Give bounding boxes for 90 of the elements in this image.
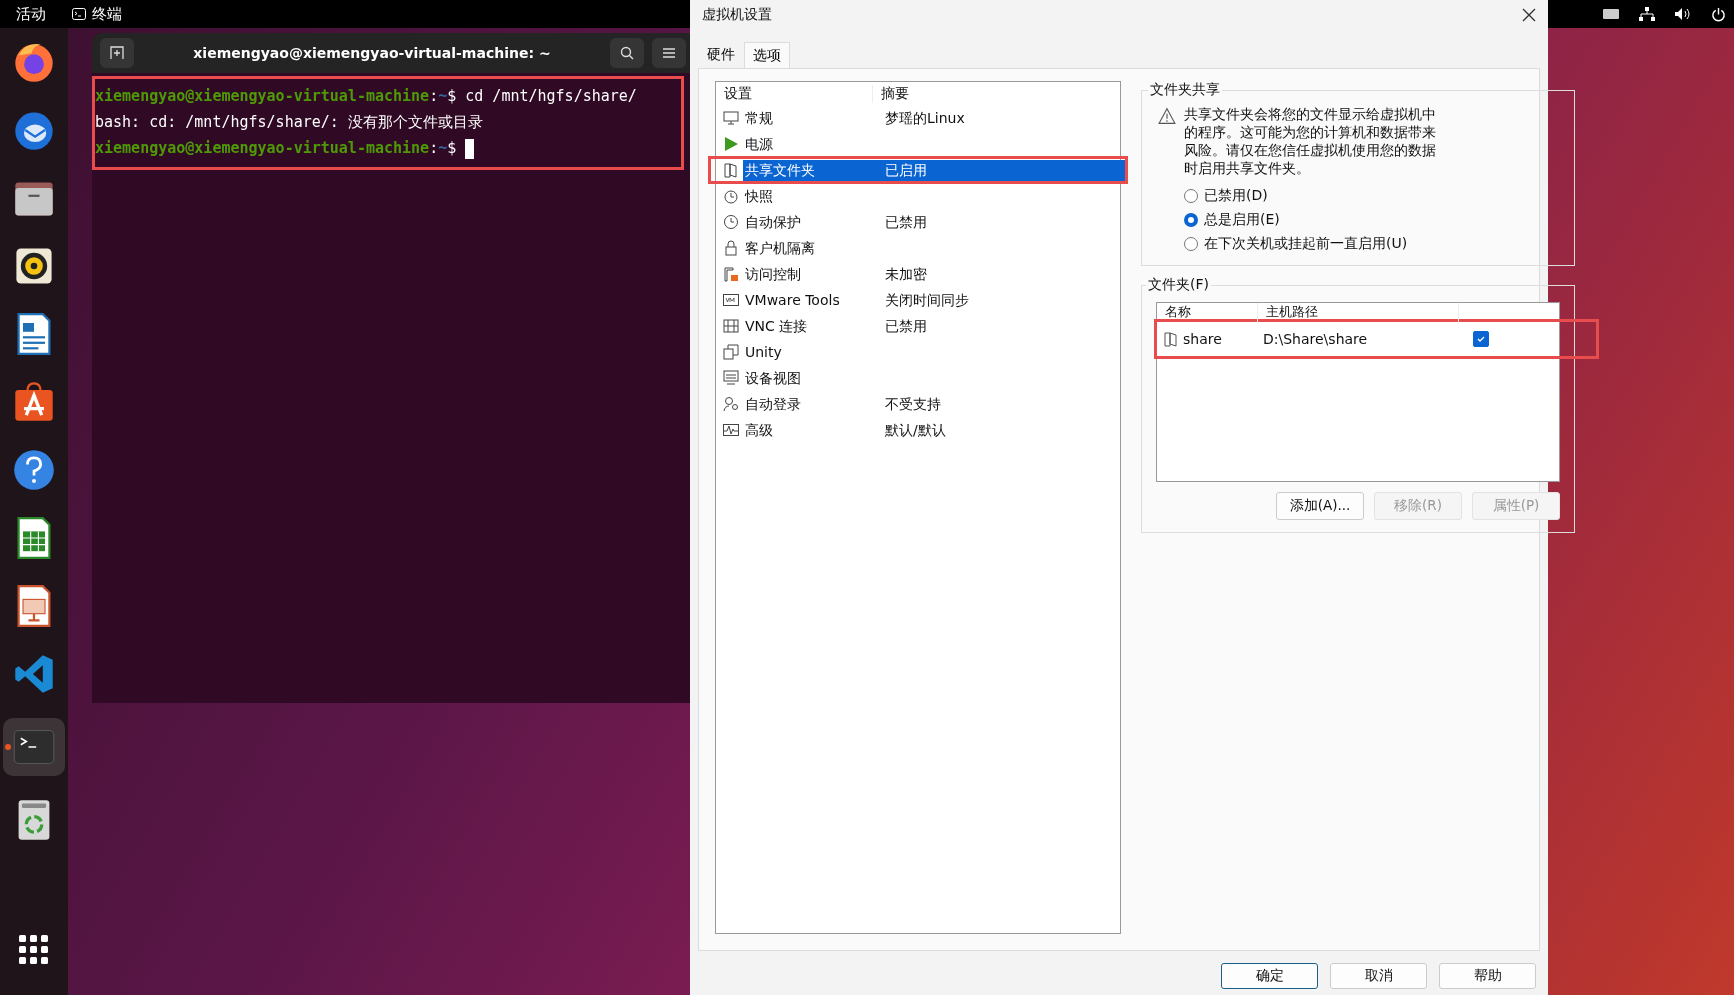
terminal-icon	[72, 8, 86, 20]
app-menu[interactable]: 终端	[72, 4, 122, 24]
settings-item[interactable]: 电源	[711, 133, 1125, 155]
setting-name: 客户机隔离	[744, 238, 816, 258]
setting-name: 共享文件夹	[743, 159, 881, 181]
setting-name: VNC 连接	[744, 316, 809, 336]
setting-name: 自动保护	[744, 212, 802, 232]
search-icon	[620, 46, 634, 60]
window-icon	[723, 344, 739, 360]
radio-option[interactable]: 已禁用(D)	[1184, 187, 1564, 205]
power-icon[interactable]	[1711, 6, 1726, 22]
folder-action-button[interactable]: 添加(A)...	[1276, 492, 1364, 520]
setting-name: 设备视图	[744, 368, 802, 388]
setting-name: 访问控制	[744, 264, 802, 284]
setting-summary: 梦瑶的Linux	[884, 108, 966, 128]
dialog-button[interactable]: 取消	[1330, 963, 1427, 989]
tab[interactable]: 选项	[744, 42, 790, 68]
setting-name: 电源	[744, 134, 774, 154]
prompt-line: xiemengyao@xiemengyao-virtual-machine:~$	[95, 135, 681, 161]
setting-name: 快照	[743, 186, 774, 206]
setting-summary: 已启用	[881, 159, 1125, 181]
dialog-title: 虚拟机设置	[702, 6, 772, 24]
dialog-button[interactable]: 帮助	[1439, 963, 1536, 989]
radio-option[interactable]: 总是启用(E)	[1184, 211, 1564, 229]
running-indicator	[5, 744, 11, 750]
menu-button[interactable]	[652, 38, 686, 68]
setting-name: 自动登录	[744, 394, 802, 414]
settings-item[interactable]: 快照	[711, 185, 1125, 207]
play-icon	[723, 136, 739, 152]
setting-name: 高级	[744, 420, 774, 440]
clock-icon	[723, 214, 739, 230]
enabled-checkbox[interactable]	[1473, 331, 1489, 347]
setting-name: Unity	[744, 342, 783, 362]
radio-button[interactable]	[1184, 237, 1198, 251]
setting-summary: 已禁用	[884, 212, 928, 232]
help-icon	[12, 448, 56, 492]
settings-item[interactable]: VNC 连接 已禁用	[711, 315, 1125, 337]
settings-item[interactable]: 自动登录 不受支持	[711, 393, 1125, 415]
check-icon	[1476, 334, 1486, 344]
setting-summary: 未加密	[884, 264, 928, 284]
tab[interactable]: 硬件	[698, 42, 744, 68]
folder-icon	[1163, 331, 1179, 347]
waveform-icon	[723, 422, 739, 438]
settings-item[interactable]: 共享文件夹 已启用	[711, 159, 1125, 181]
group-title: 文件夹共享	[1149, 81, 1221, 99]
vm-logo-icon	[723, 292, 739, 308]
settings-item[interactable]: 客户机隔离	[711, 237, 1125, 259]
settings-item[interactable]: 自动保护 已禁用	[711, 211, 1125, 233]
settings-item[interactable]: 高级 默认/默认	[711, 419, 1125, 441]
prompt-line: xiemengyao@xiemengyao-virtual-machine:~$ cd /mnt/hgfs/share/	[95, 86, 638, 107]
setting-name: VMware Tools	[744, 290, 841, 310]
search-button[interactable]	[610, 38, 644, 68]
setting-name: 常规	[744, 108, 774, 128]
radio-button[interactable]	[1184, 189, 1198, 203]
activities-button[interactable]: 活动	[16, 4, 46, 24]
new-tab-icon	[110, 46, 124, 60]
settings-item[interactable]: Unity	[711, 341, 1125, 363]
settings-item[interactable]: VMware Tools 关闭时间同步	[711, 289, 1125, 311]
window-title: xiemengyao@xiemengyao-virtual-machine: ~	[192, 45, 552, 61]
clock-icon	[723, 188, 739, 204]
settings-item[interactable]: 常规 梦瑶的Linux	[711, 107, 1125, 129]
folder-path: D:\Share\share	[1263, 331, 1369, 347]
dialog-button[interactable]: 确定	[1221, 963, 1318, 989]
group-title: 文件夹(F)	[1147, 276, 1210, 294]
menu-icon	[663, 47, 675, 59]
warning-text: 共享文件夹会将您的文件显示给虚拟机中的程序。这可能为您的计算机和数据带来风险。请仅在您信任虚拟机使用您的数据时启用共享文件夹。	[1184, 105, 1437, 177]
radio-option[interactable]: 在下次关机或挂起前一直启用(U)	[1184, 235, 1564, 253]
folder-icon	[723, 162, 739, 178]
radio-button[interactable]	[1184, 213, 1198, 227]
settings-item[interactable]: 设备视图	[711, 367, 1125, 389]
folder-row[interactable]: share D:\Share\share	[1157, 322, 1596, 356]
close-icon[interactable]	[1522, 8, 1536, 22]
volume-icon[interactable]	[1675, 7, 1691, 21]
monitor-icon	[723, 110, 739, 126]
column-header[interactable]: 摘要	[873, 85, 1029, 103]
setting-summary: 关闭时间同步	[884, 290, 970, 310]
new-tab-button[interactable]	[100, 38, 134, 68]
output-line: bash: cd: /mnt/hgfs/share/: 没有那个文件或目录	[95, 112, 484, 133]
setting-summary: 默认/默认	[884, 420, 947, 440]
folder-name: share	[1183, 331, 1223, 347]
warning-icon	[1158, 107, 1176, 125]
device-icon	[723, 370, 739, 386]
shopping-bag-icon	[12, 380, 56, 424]
settings-item[interactable]: 访问控制 未加密	[711, 263, 1125, 285]
column-header[interactable]: 名称	[1157, 303, 1258, 323]
setting-summary: 不受支持	[884, 394, 942, 414]
app-grid-icon[interactable]	[19, 935, 49, 965]
setting-summary: 已禁用	[884, 316, 928, 336]
column-header[interactable]: 主机路径	[1258, 303, 1459, 323]
column-header[interactable]: 设置	[716, 85, 873, 103]
